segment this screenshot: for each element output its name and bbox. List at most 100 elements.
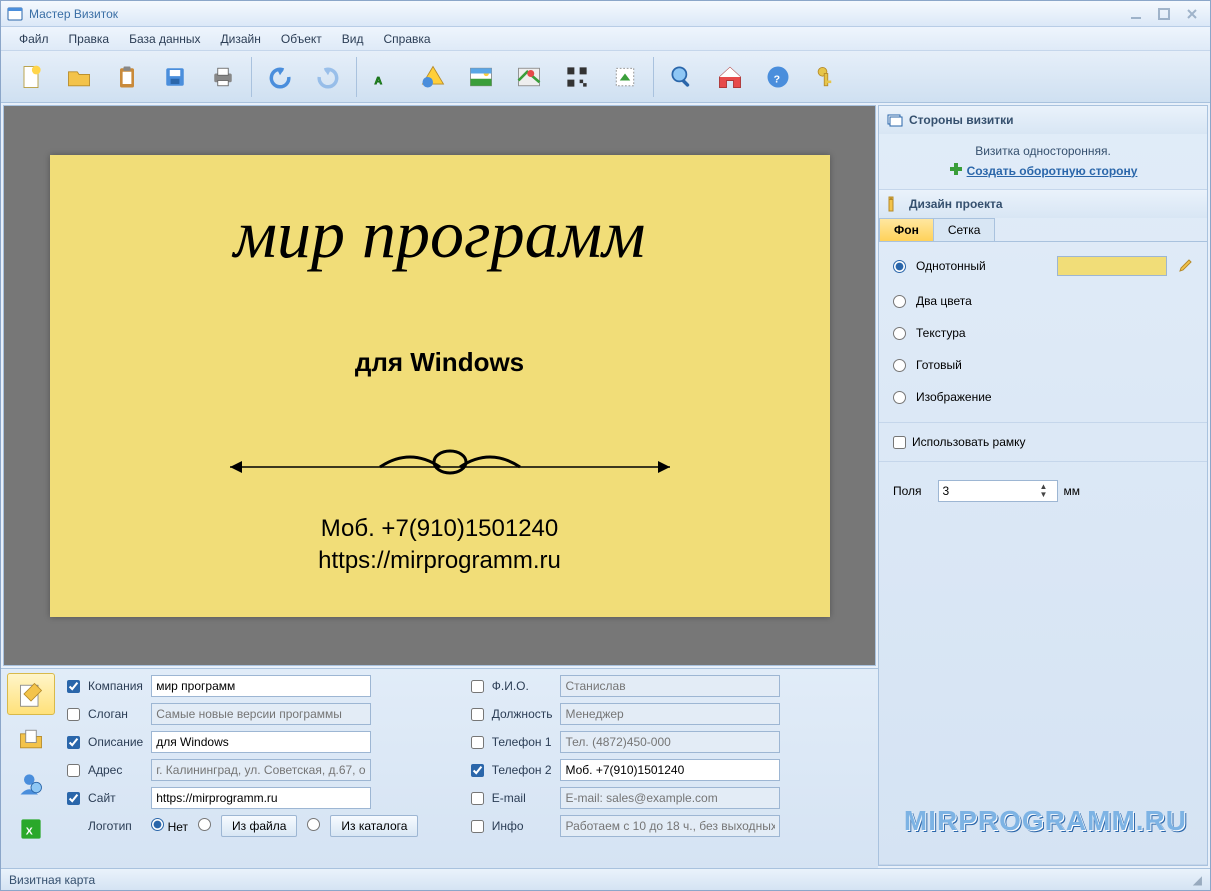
- menu-file[interactable]: Файл: [9, 29, 59, 49]
- menu-edit[interactable]: Правка: [59, 29, 120, 49]
- fieldtab-user[interactable]: [7, 763, 55, 805]
- lbl-site: Сайт: [88, 787, 143, 809]
- chk-site[interactable]: [67, 792, 80, 805]
- sides-header: Стороны визитки: [879, 106, 1207, 134]
- watermark: MIRPROGRAMM.RU: [904, 805, 1187, 837]
- tab-grid[interactable]: Сетка: [933, 218, 996, 241]
- add-text-button[interactable]: A: [361, 55, 409, 99]
- chk-company[interactable]: [67, 680, 80, 693]
- lbl-logo: Логотип: [88, 815, 143, 837]
- status-bar: Визитная карта ◢: [1, 868, 1210, 890]
- card-site[interactable]: https://mirprogramm.ru: [50, 547, 830, 575]
- radio-logo-none[interactable]: [151, 818, 164, 831]
- maximize-button[interactable]: [1152, 5, 1176, 23]
- help-button[interactable]: ?: [754, 55, 802, 99]
- card-phone[interactable]: Моб. +7(910)1501240: [50, 515, 830, 543]
- tab-background[interactable]: Фон: [879, 218, 934, 241]
- design-header: Дизайн проекта: [879, 190, 1207, 218]
- open-button[interactable]: [55, 55, 103, 99]
- business-card-preview[interactable]: мир программ для Windows Моб. +7(910)150…: [50, 155, 830, 617]
- plus-icon: [949, 162, 963, 179]
- home-button[interactable]: [706, 55, 754, 99]
- chk-slogan[interactable]: [67, 708, 80, 721]
- bg-color-swatch[interactable]: [1057, 256, 1167, 276]
- lbl-desc: Описание: [88, 731, 143, 753]
- input-position[interactable]: [560, 703, 780, 725]
- radio-logo-file[interactable]: [198, 818, 211, 831]
- input-desc[interactable]: [151, 731, 371, 753]
- card-ornament[interactable]: [230, 447, 670, 487]
- app-window: Мастер Визиток Файл Правка База данных Д…: [0, 0, 1211, 891]
- preview-button[interactable]: [658, 55, 706, 99]
- menu-design[interactable]: Дизайн: [211, 29, 271, 49]
- lbl-fio: Ф.И.О.: [492, 675, 553, 697]
- chk-fio[interactable]: [471, 680, 484, 693]
- menu-database[interactable]: База данных: [119, 29, 210, 49]
- fieldtab-excel[interactable]: X: [7, 808, 55, 850]
- chk-email[interactable]: [471, 792, 484, 805]
- lbl-company: Компания: [88, 675, 143, 697]
- input-fio[interactable]: [560, 675, 780, 697]
- btn-logo-file[interactable]: Из файла: [221, 815, 297, 837]
- save-button[interactable]: [151, 55, 199, 99]
- chk-tel2[interactable]: [471, 764, 484, 777]
- sides-note: Визитка односторонняя.: [893, 144, 1193, 158]
- margin-down[interactable]: ▼: [1040, 491, 1048, 499]
- input-company[interactable]: [151, 675, 371, 697]
- chk-tel1[interactable]: [471, 736, 484, 749]
- svg-text:A: A: [375, 75, 383, 87]
- chk-info[interactable]: [471, 820, 484, 833]
- chk-desc[interactable]: [67, 736, 80, 749]
- menu-view[interactable]: Вид: [332, 29, 374, 49]
- redo-button[interactable]: [304, 55, 352, 99]
- radio-bg-two[interactable]: [893, 295, 906, 308]
- input-tel1[interactable]: [560, 731, 780, 753]
- print-button[interactable]: [199, 55, 247, 99]
- btn-logo-catalog[interactable]: Из каталога: [330, 815, 418, 837]
- card-company[interactable]: мир программ: [50, 195, 830, 274]
- radio-logo-catalog[interactable]: [307, 818, 320, 831]
- add-qr-button[interactable]: [553, 55, 601, 99]
- radio-bg-preset[interactable]: [893, 359, 906, 372]
- chk-use-frame[interactable]: [893, 436, 906, 449]
- add-clipart-button[interactable]: [601, 55, 649, 99]
- toolbar: A ?: [1, 51, 1210, 103]
- lbl-slogan: Слоган: [88, 703, 143, 725]
- close-button[interactable]: [1180, 5, 1204, 23]
- radio-bg-texture[interactable]: [893, 327, 906, 340]
- input-info[interactable]: [560, 815, 780, 837]
- fieldtab-edit[interactable]: [7, 673, 55, 715]
- design-canvas[interactable]: мир программ для Windows Моб. +7(910)150…: [3, 105, 876, 666]
- lbl-margin: Поля: [893, 484, 922, 498]
- add-map-button[interactable]: [505, 55, 553, 99]
- chk-address[interactable]: [67, 764, 80, 777]
- input-slogan[interactable]: [151, 703, 371, 725]
- create-back-side-link[interactable]: Создать оборотную сторону: [967, 164, 1138, 178]
- undo-button[interactable]: [256, 55, 304, 99]
- input-email[interactable]: [560, 787, 780, 809]
- input-tel2[interactable]: [560, 759, 780, 781]
- lbl-address: Адрес: [88, 759, 143, 781]
- resize-grip-icon[interactable]: ◢: [1193, 873, 1202, 887]
- lbl-tel2: Телефон 2: [492, 759, 553, 781]
- register-button[interactable]: [802, 55, 850, 99]
- app-icon: [7, 6, 23, 22]
- radio-bg-image[interactable]: [893, 391, 906, 404]
- radio-bg-solid[interactable]: [893, 260, 906, 273]
- menu-object[interactable]: Объект: [271, 29, 332, 49]
- menu-bar: Файл Правка База данных Дизайн Объект Ви…: [1, 27, 1210, 51]
- add-image-button[interactable]: [457, 55, 505, 99]
- fieldtab-files[interactable]: [7, 718, 55, 760]
- paste-button[interactable]: [103, 55, 151, 99]
- lbl-position: Должность: [492, 703, 553, 725]
- input-site[interactable]: [151, 787, 371, 809]
- add-shape-button[interactable]: [409, 55, 457, 99]
- input-address[interactable]: [151, 759, 371, 781]
- card-subtitle[interactable]: для Windows: [50, 347, 830, 378]
- menu-help[interactable]: Справка: [373, 29, 440, 49]
- eyedropper-icon[interactable]: [1177, 258, 1193, 274]
- svg-text:?: ?: [774, 73, 780, 85]
- minimize-button[interactable]: [1124, 5, 1148, 23]
- chk-position[interactable]: [471, 708, 484, 721]
- new-button[interactable]: [7, 55, 55, 99]
